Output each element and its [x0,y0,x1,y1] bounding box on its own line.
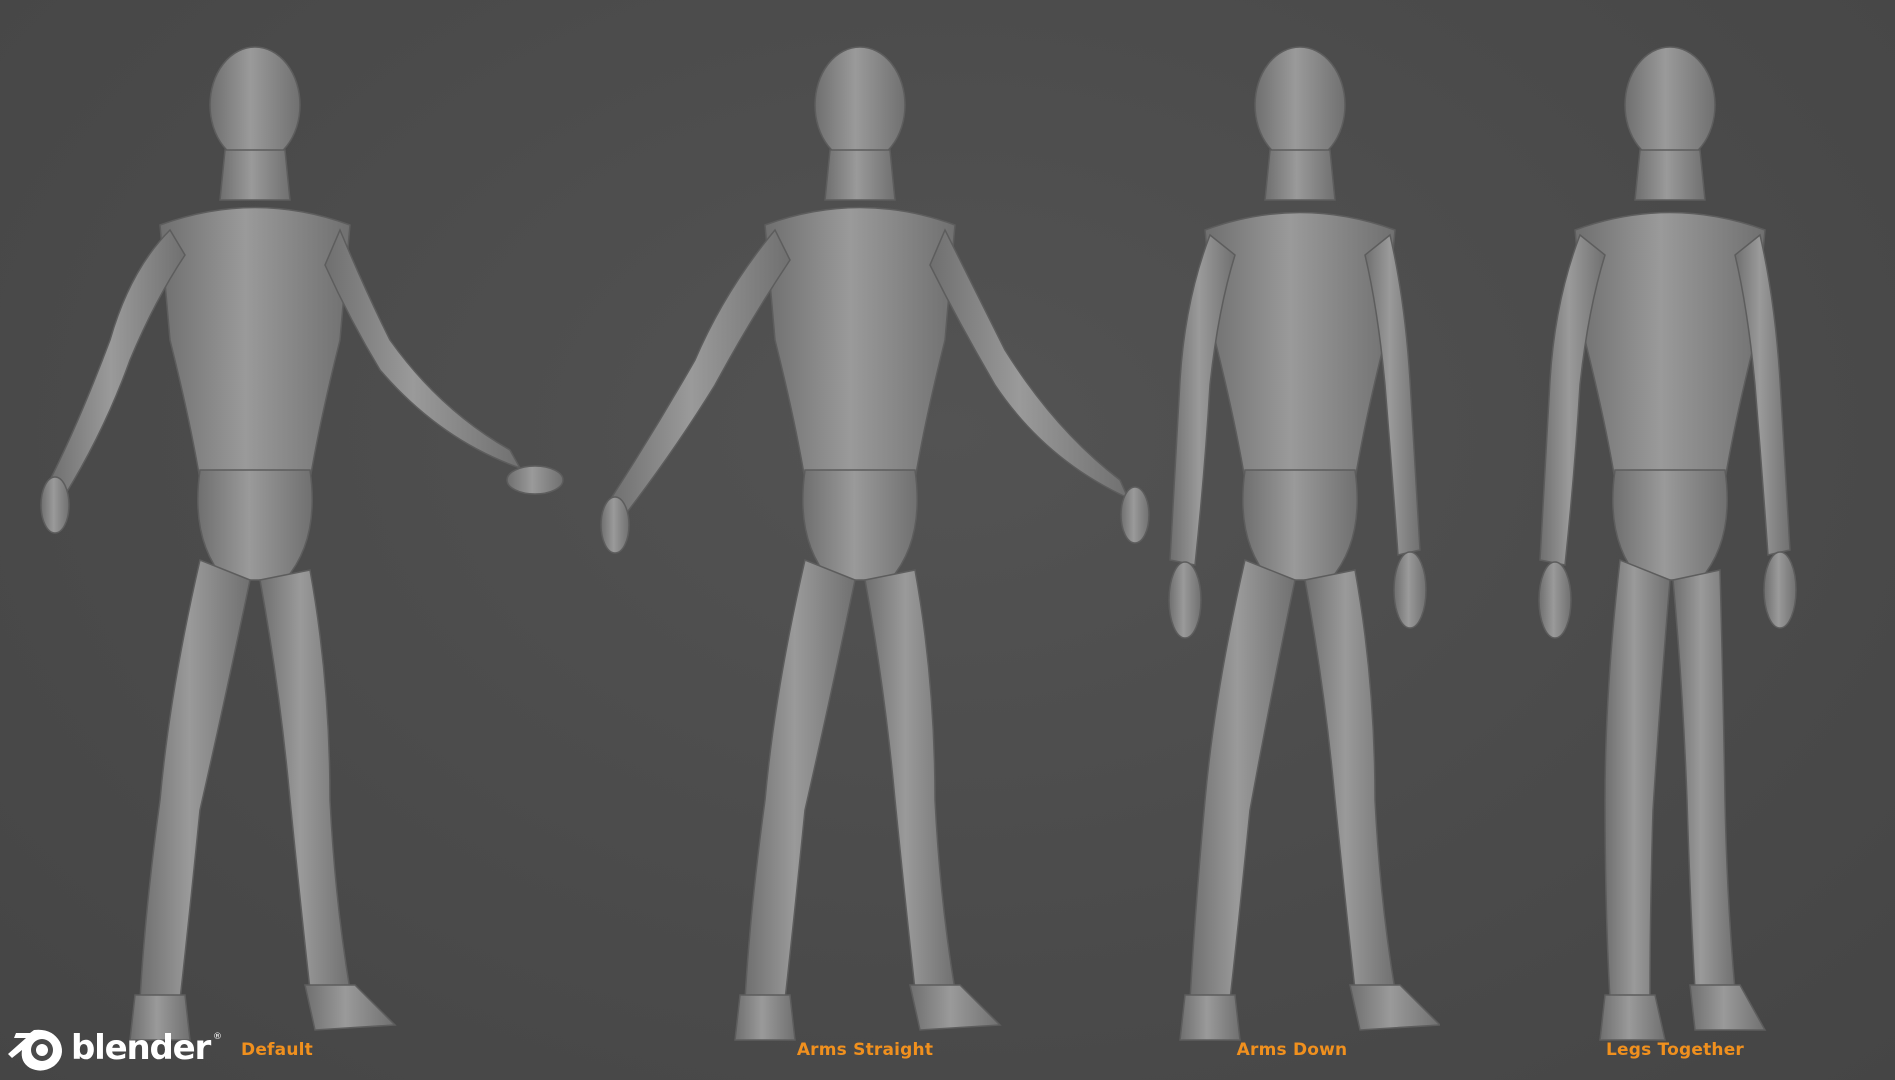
pose-label-arms-down: Arms Down [1236,1040,1348,1060]
pose-label-default: Default [241,1040,313,1060]
blender-logo-icon [8,1029,62,1071]
render-viewport: Default Arms Straight Arms Down Legs Tog… [0,0,1895,1080]
figure-arms-down [1140,40,1440,1050]
blender-logo: blender ® [8,1022,222,1074]
human-figure-legs-together [1538,46,1797,1041]
blender-logo-text: blender [71,1028,211,1068]
blender-logo-trademark: ® [213,1032,223,1042]
pose-label-legs-together: Legs Together [1605,1040,1745,1060]
human-figure-default [40,46,564,1041]
human-figure-arms-down [1168,46,1440,1041]
figure-legs-together [1505,40,1805,1050]
figure-arms-straight [575,40,1155,1050]
human-figure-arms-straight [600,46,1150,1041]
pose-label-arms-straight: Arms Straight [796,1040,934,1060]
figure-default [20,40,580,1050]
